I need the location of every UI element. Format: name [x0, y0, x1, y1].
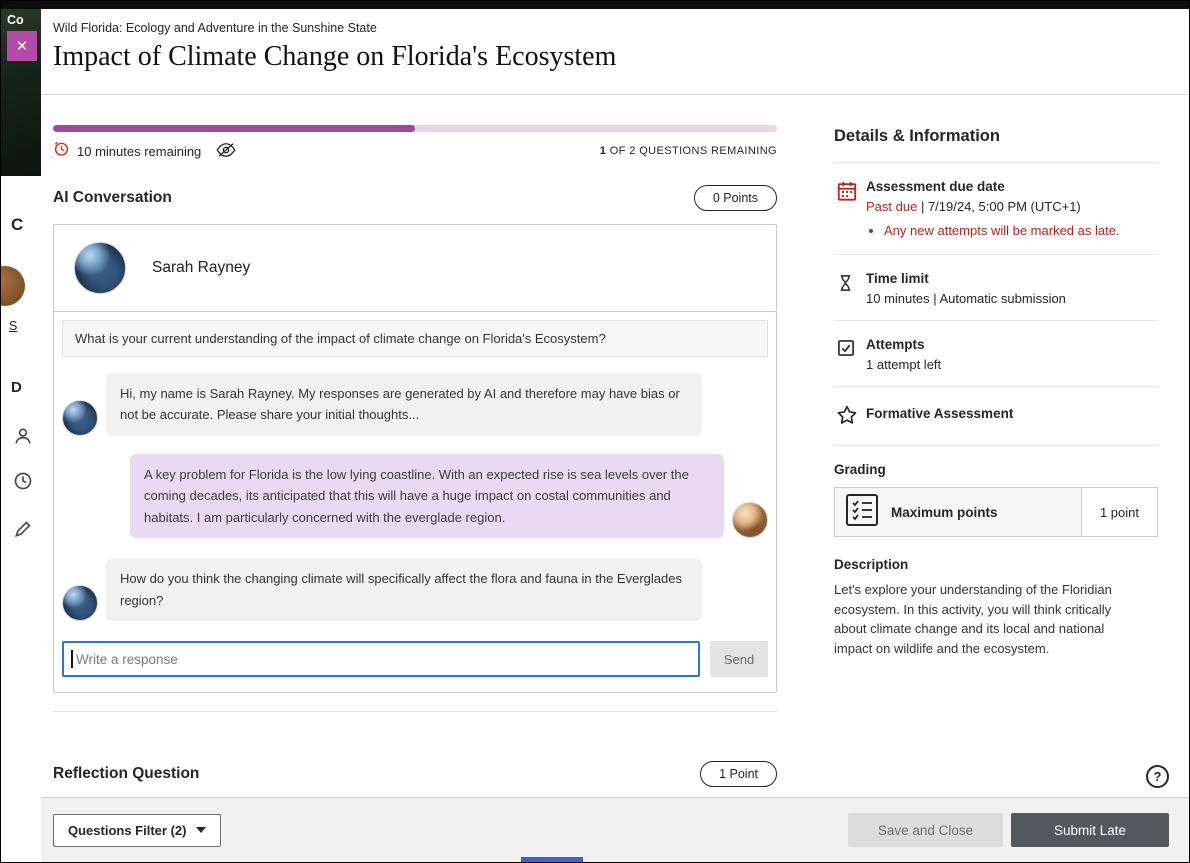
details-sidebar: Details & Information Assessment due dat…: [834, 121, 1158, 658]
chat-message-ai: How do you think the changing climate wi…: [62, 558, 768, 621]
past-due-status: Past due: [866, 199, 917, 214]
description-heading: Description: [834, 557, 1158, 572]
question-column: 10 minutes remaining 1 OF 2 QUESTIONS RE…: [53, 111, 777, 788]
reflection-question-heading: Reflection Question: [53, 765, 199, 783]
questions-filter-label: Questions Filter (2): [68, 823, 186, 838]
clipboard-check-icon: [836, 337, 866, 372]
clock-icon: [13, 471, 33, 491]
chat-message-user: A key problem for Florida is the low lyi…: [62, 454, 768, 538]
formative-row: Formative Assessment: [834, 387, 1158, 445]
late-warning-text: Any new attempts will be marked as late.: [884, 223, 1158, 238]
hourglass-icon: [836, 271, 866, 306]
description-text: Let's explore your understanding of the …: [834, 580, 1146, 658]
questions-remaining-text: 1 OF 2 QUESTIONS REMAINING: [600, 145, 777, 157]
status-row: 10 minutes remaining 1 OF 2 QUESTIONS RE…: [53, 142, 777, 160]
bottom-blue-fragment: [521, 857, 583, 862]
help-button[interactable]: ?: [1146, 765, 1169, 788]
attempts-label: Attempts: [866, 337, 1158, 352]
hide-timer-toggle[interactable]: [216, 142, 236, 161]
ai-message-bubble: How do you think the changing climate wi…: [106, 558, 702, 621]
star-icon: [836, 403, 866, 431]
max-points-label: Maximum points: [891, 505, 998, 520]
details-heading: Details & Information: [834, 127, 1158, 146]
rubric-icon: [845, 493, 879, 532]
chat-message-ai: Hi, my name is Sarah Rayney. My response…: [62, 373, 768, 436]
attempts-value: 1 attempt left: [866, 357, 1158, 372]
title-divider: [41, 94, 1189, 95]
formative-label: Formative Assessment: [866, 403, 1158, 421]
time-limit-label: Time limit: [866, 271, 1158, 286]
ai-points-badge: 0 Points: [694, 185, 777, 211]
save-and-close-button[interactable]: Save and Close: [848, 813, 1003, 847]
ai-avatar: [62, 585, 98, 621]
person-icon: [13, 426, 33, 446]
assessment-panel: Wild Florida: Ecology and Adventure in t…: [41, 9, 1189, 862]
background-link-partial: S: [9, 319, 17, 333]
question-mark-icon: ?: [1154, 769, 1162, 784]
course-title: Wild Florida: Ecology and Adventure in t…: [53, 21, 377, 35]
reflection-points-badge: 1 Point: [700, 761, 777, 787]
ai-avatar: [62, 400, 98, 436]
response-input[interactable]: [62, 641, 700, 677]
calendar-icon: [836, 179, 866, 240]
timer-group: 10 minutes remaining: [53, 140, 236, 162]
grading-box: Maximum points 1 point: [834, 487, 1158, 537]
time-remaining-text: 10 minutes remaining: [77, 144, 201, 159]
close-icon: ✕: [16, 37, 29, 55]
footer-bar: Questions Filter (2) Save and Close Subm…: [41, 797, 1189, 862]
user-message-bubble: A key problem for Florida is the low lyi…: [130, 454, 724, 538]
grading-heading: Grading: [834, 462, 1158, 477]
questions-filter-button[interactable]: Questions Filter (2): [53, 814, 221, 847]
progress-fill: [53, 125, 415, 132]
response-input-row: Send: [62, 641, 768, 677]
text-cursor: [71, 650, 73, 668]
due-date-value: Past due | 7/19/24, 5:00 PM (UTC+1): [866, 199, 1158, 214]
background-details-partial: D: [11, 379, 22, 396]
background-heading-partial: C: [11, 215, 23, 235]
time-limit-value: 10 minutes | Automatic submission: [866, 291, 1158, 306]
chevron-down-icon: [196, 827, 206, 833]
background-page-sliver: Co C S D: [1, 9, 41, 862]
user-avatar: [732, 502, 768, 538]
due-date-label: Assessment due date: [866, 179, 1158, 194]
footer-actions: Save and Close Submit Late: [848, 813, 1169, 847]
ai-conversation-heading: AI Conversation: [53, 189, 172, 207]
conversation-question: What is your current understanding of th…: [62, 320, 768, 357]
late-warning-list: Any new attempts will be marked as late.: [884, 223, 1158, 238]
divider: [834, 445, 1158, 446]
reflection-question-header: Reflection Question 1 Point: [53, 760, 777, 788]
submit-late-button[interactable]: Submit Late: [1011, 813, 1169, 847]
eye-slash-icon: [216, 142, 236, 161]
attempts-row: Attempts 1 attempt left: [834, 321, 1158, 386]
window-top-bar: [1, 1, 1189, 9]
page-title: Impact of Climate Change on Florida's Ec…: [53, 41, 616, 73]
max-points-value: 1 point: [1081, 488, 1157, 536]
pencil-icon: [13, 519, 33, 539]
assessment-overlay-page: Co C S D ✕ Wild Florida: Ecology and Adv…: [0, 0, 1190, 863]
attempt-progress-bar: [53, 125, 777, 132]
section-divider: [53, 711, 777, 712]
persona-name: Sarah Rayney: [152, 259, 250, 277]
course-banner-text: Co: [7, 13, 24, 27]
response-input-wrap: [62, 641, 700, 677]
timer-icon: [53, 140, 70, 162]
ai-message-bubble: Hi, my name is Sarah Rayney. My response…: [106, 373, 702, 436]
chat-area: What is your current understanding of th…: [53, 311, 777, 693]
persona-avatar: [74, 242, 126, 294]
close-panel-button[interactable]: ✕: [7, 31, 37, 61]
instructor-avatar-partial: [0, 266, 25, 306]
max-points-cell: Maximum points: [835, 488, 1081, 536]
send-button[interactable]: Send: [710, 641, 768, 677]
ai-conversation-header: AI Conversation 0 Points: [53, 184, 777, 212]
due-date-row: Assessment due date Past due | 7/19/24, …: [834, 163, 1158, 254]
persona-card: Sarah Rayney: [53, 224, 777, 312]
time-limit-row: Time limit 10 minutes | Automatic submis…: [834, 255, 1158, 320]
